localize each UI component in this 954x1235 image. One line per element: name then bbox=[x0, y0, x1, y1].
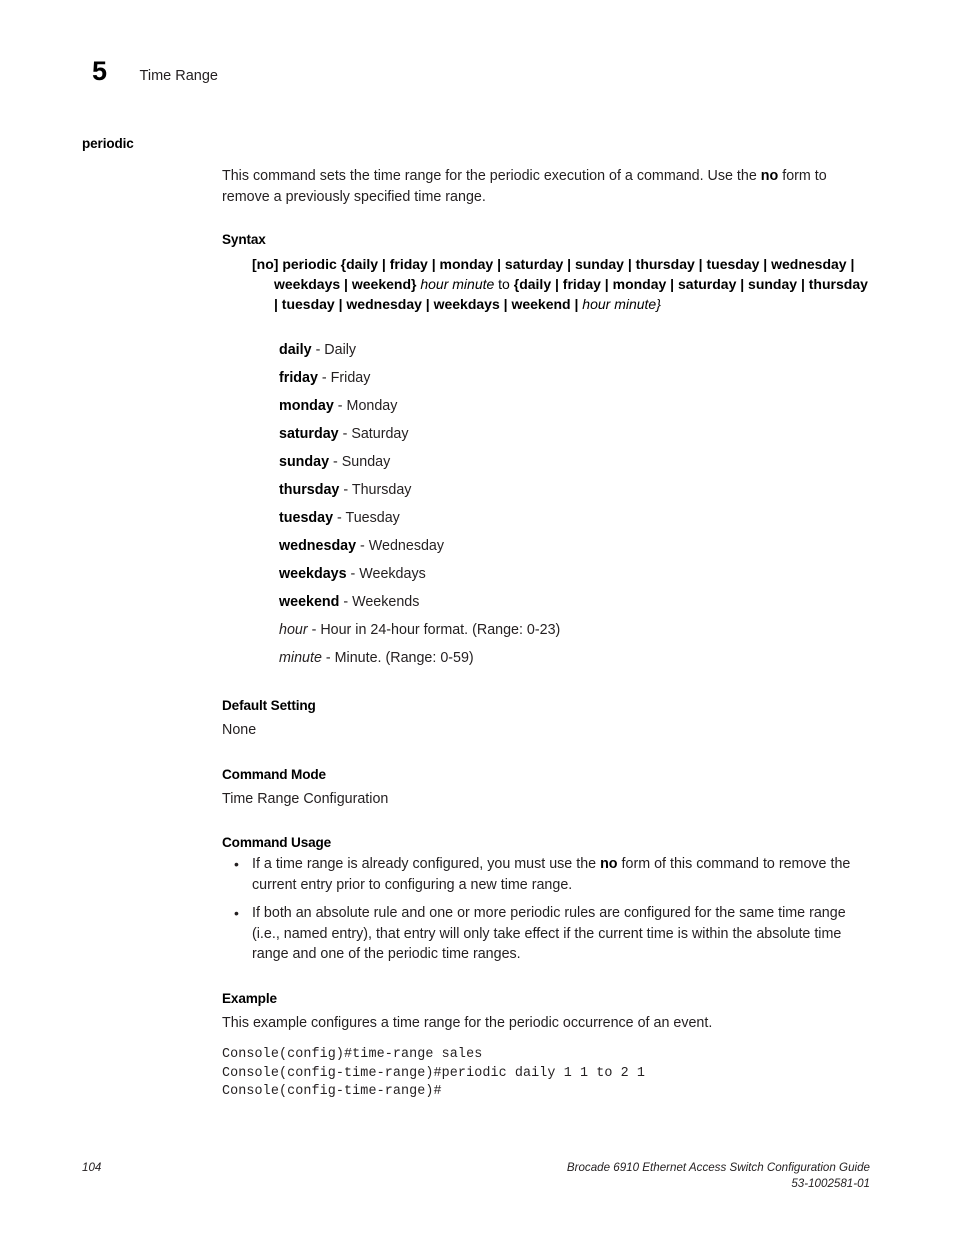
footer-page-number: 104 bbox=[82, 1161, 102, 1174]
parameter-keyword: weekdays bbox=[279, 566, 347, 582]
parameter-description: - Hour in 24-hour format. (Range: 0-23) bbox=[307, 622, 561, 638]
parameter-description: - Weekends bbox=[339, 594, 420, 610]
example-intro: This example configures a time range for… bbox=[222, 1014, 713, 1031]
footer-document-title: Brocade 6910 Ethernet Access Switch Conf… bbox=[566, 1161, 870, 1174]
example-code-block: Console(config)#time-range sales Console… bbox=[222, 1047, 646, 1099]
parameter-description: - Weekdays bbox=[346, 566, 426, 582]
parameter-item: wednesday - Wednesday bbox=[279, 532, 870, 560]
parameter-keyword: hour bbox=[279, 622, 308, 638]
content-column: This command sets the time range for the… bbox=[222, 166, 870, 1102]
parameter-keyword: sunday bbox=[279, 454, 330, 470]
parameter-item: saturday - Saturday bbox=[279, 420, 870, 448]
page-header: 5 Time Range bbox=[92, 58, 218, 85]
parameter-description: - Sunday bbox=[329, 454, 391, 470]
syntax-line-2-variable: hour minute bbox=[420, 276, 495, 292]
parameter-definition-list: daily - Daily friday - Friday monday - M… bbox=[279, 336, 870, 672]
parameter-item: tuesday - Tuesday bbox=[279, 504, 870, 532]
command-usage-list: • If a time range is already configured, … bbox=[222, 854, 870, 965]
usage-note-text-1: If both an absolute rule and one or more… bbox=[252, 905, 846, 962]
parameter-description: - Monday bbox=[333, 398, 398, 414]
syntax-block: [no] periodic {daily | friday | monday |… bbox=[252, 254, 870, 314]
parameter-item: thursday - Thursday bbox=[279, 476, 870, 504]
command-mode-value: Time Range Configuration bbox=[222, 790, 389, 807]
syntax-heading: Syntax bbox=[222, 232, 266, 247]
parameter-keyword: wednesday bbox=[279, 538, 357, 554]
syntax-line-2-literal-a: weekdays | weekend} bbox=[274, 276, 417, 292]
parameter-item: minute - Minute. (Range: 0-59) bbox=[279, 644, 870, 672]
footer-document-id: 53-1002581-01 bbox=[791, 1177, 870, 1190]
syntax-line-3-variable: hour minute} bbox=[582, 296, 661, 312]
bullet-icon: • bbox=[234, 856, 239, 872]
page-footer: 104 Brocade 6910 Ethernet Access Switch … bbox=[82, 1160, 870, 1192]
command-mode-heading: Command Mode bbox=[222, 766, 326, 782]
syntax-line-1: [no] periodic {daily | friday | monday |… bbox=[252, 256, 855, 272]
parameter-description: - Tuesday bbox=[333, 510, 400, 526]
parameter-item: daily - Daily bbox=[279, 336, 870, 364]
usage-note-keyword: no bbox=[600, 856, 618, 872]
command-usage-heading: Command Usage bbox=[222, 835, 332, 850]
chapter-title: Time Range bbox=[139, 68, 218, 84]
parameter-item: weekend - Weekends bbox=[279, 588, 870, 616]
parameter-keyword: monday bbox=[279, 398, 334, 414]
parameter-item: hour - Hour in 24-hour format. (Range: 0… bbox=[279, 616, 870, 644]
command-description-text-1: This command sets the time range for the… bbox=[222, 168, 761, 184]
parameter-keyword: thursday bbox=[279, 482, 340, 498]
default-setting-heading: Default Setting bbox=[222, 698, 316, 713]
syntax-line-2-literal-b: {daily | friday | monday | saturday | su… bbox=[513, 276, 805, 292]
parameter-item: sunday - Sunday bbox=[279, 448, 870, 476]
syntax-line-2-plain: to bbox=[498, 276, 510, 292]
document-page: 5 Time Range periodic This command sets … bbox=[0, 0, 954, 1235]
footer-document-info: Brocade 6910 Ethernet Access Switch Conf… bbox=[567, 1160, 870, 1192]
parameter-description: - Saturday bbox=[338, 426, 409, 442]
parameter-keyword: saturday bbox=[279, 426, 339, 442]
parameter-description: - Friday bbox=[317, 370, 371, 386]
usage-note-item: • If a time range is already configured, … bbox=[222, 854, 870, 895]
parameter-item: monday - Monday bbox=[279, 392, 870, 420]
default-setting-value: None bbox=[222, 722, 257, 738]
command-name-heading: periodic bbox=[82, 136, 134, 151]
parameter-keyword: weekend bbox=[279, 594, 340, 610]
parameter-description: - Thursday bbox=[339, 482, 412, 498]
command-description: This command sets the time range for the… bbox=[222, 166, 870, 207]
parameter-keyword: minute bbox=[279, 650, 322, 666]
parameter-keyword: daily bbox=[279, 342, 312, 358]
parameter-description: - Daily bbox=[311, 342, 357, 358]
parameter-keyword: tuesday bbox=[279, 510, 334, 526]
parameter-keyword: friday bbox=[279, 370, 318, 386]
parameter-item: weekdays - Weekdays bbox=[279, 560, 870, 588]
chapter-number: 5 bbox=[92, 56, 107, 86]
parameter-item: friday - Friday bbox=[279, 364, 870, 392]
command-description-keyword: no bbox=[760, 168, 779, 184]
parameter-description: - Wednesday bbox=[356, 538, 445, 554]
example-heading: Example bbox=[222, 990, 277, 1006]
usage-note-text-1: If a time range is already configured, y… bbox=[252, 856, 601, 872]
usage-note-item: • If both an absolute rule and one or mor… bbox=[222, 903, 870, 965]
parameter-description: - Minute. (Range: 0-59) bbox=[321, 650, 474, 666]
bullet-icon: • bbox=[234, 905, 239, 921]
